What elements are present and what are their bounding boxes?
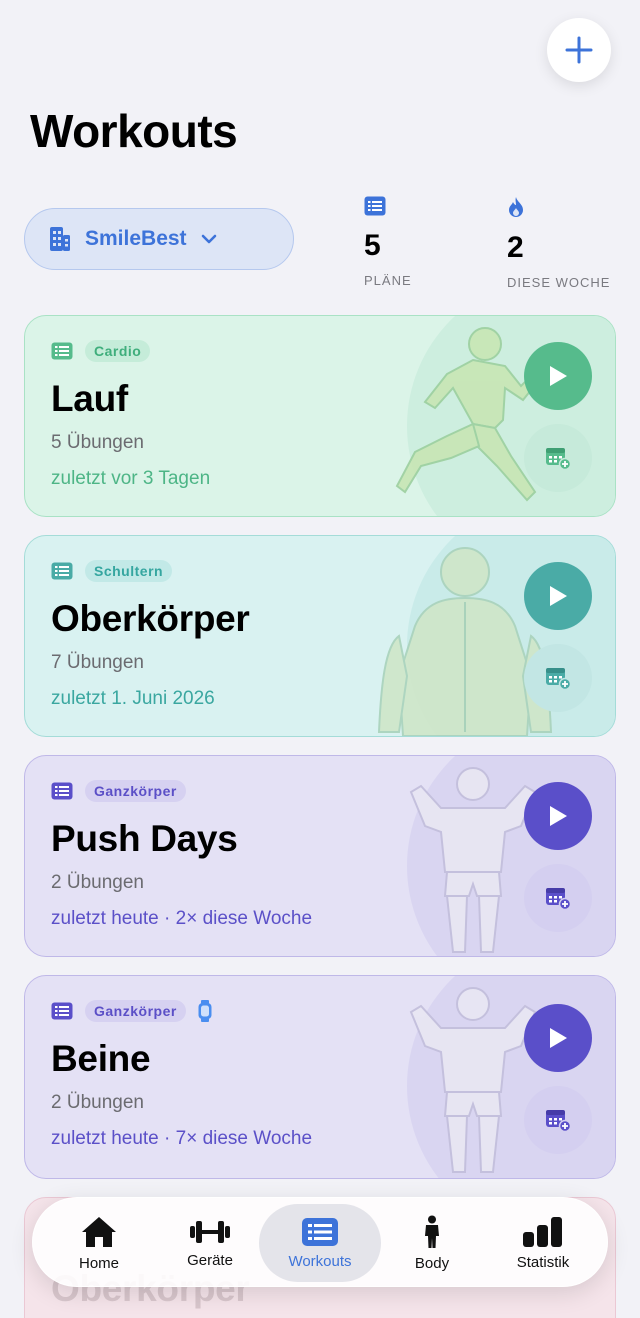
add-workout-button[interactable] [547,18,611,82]
calendar-plus-icon [546,448,571,470]
last-trained: zuletzt 1. Juni 2026 [51,688,215,709]
plans-label: PLÄNE [364,273,412,288]
stat-this-week: 2 DIESE WOCHE [507,196,610,290]
list-icon [302,1217,338,1246]
exercise-count: 2 Übungen [51,1092,144,1113]
bar-chart-icon [523,1216,562,1247]
exercise-count: 5 Übungen [51,432,144,453]
week-label: DIESE WOCHE [507,275,611,290]
list-icon [51,562,73,580]
list-icon [51,1002,73,1020]
category-tag: Ganzkörper [85,1000,186,1022]
last-trained: zuletzt heute · 7× diese Woche [51,1128,313,1149]
workout-title: Lauf [51,378,128,419]
flame-icon [509,197,523,217]
play-icon [550,366,567,386]
schedule-button[interactable] [524,644,592,712]
person-icon [425,1215,439,1248]
tab-label: Workouts [288,1252,352,1270]
workout-title: Beine [51,1038,151,1079]
stat-plans: 5 PLÄNE [364,196,412,288]
last-trained: zuletzt vor 3 Tagen [51,468,211,489]
list-icon [51,342,73,360]
dumbbell-icon [190,1220,230,1243]
home-icon [82,1216,116,1247]
gym-selector[interactable]: SmileBest [24,208,294,270]
workout-card-lauf[interactable]: Cardio Lauf 5 Übungen zuletzt vor 3 Tage… [24,315,616,517]
start-workout-button[interactable] [524,782,592,850]
tab-label: Geräte [187,1251,233,1269]
tab-statistik[interactable]: Statistik [484,1204,602,1282]
bodybuilder-illustration [409,767,537,953]
workout-card-push-days[interactable]: Ganzkörper Push Days 2 Übungen zuletzt h… [24,755,616,957]
back-muscles-illustration [377,547,553,736]
start-workout-button[interactable] [524,1004,592,1072]
last-trained: zuletzt heute · 2× diese Woche [51,908,313,929]
chevron-down-icon [201,234,216,244]
tab-label: Body [414,1254,450,1272]
gym-name: SmileBest [85,227,187,250]
calendar-plus-icon [546,888,571,910]
workout-title: Push Days [51,818,238,859]
tab-home[interactable]: Home [40,1204,158,1282]
start-workout-button[interactable] [524,562,592,630]
list-icon [51,782,73,800]
workout-card-beine[interactable]: Ganzkörper Beine 2 Übungen zuletzt heute… [24,975,616,1179]
tab-geraete[interactable]: Geräte [151,1204,269,1282]
tab-body[interactable]: Body [373,1204,491,1282]
workout-title: Oberkörper [51,598,250,639]
tab-label: Home [78,1254,119,1272]
play-icon [550,586,567,606]
tab-label: Statistik [516,1253,570,1271]
play-icon [550,1028,567,1048]
schedule-button[interactable] [524,864,592,932]
category-tag: Cardio [85,340,151,362]
category-tag: Schultern [85,560,173,582]
watch-icon [198,1000,212,1022]
start-workout-button[interactable] [524,342,592,410]
category-tag: Ganzkörper [85,780,186,802]
runner-illustration [395,327,541,502]
list-icon [364,196,386,216]
week-count: 2 [507,231,524,264]
tab-bar: Home Geräte Workouts Body Statistik [32,1197,608,1287]
exercise-count: 7 Übungen [51,652,144,673]
play-icon [550,806,567,826]
schedule-button[interactable] [524,424,592,492]
calendar-plus-icon [546,668,571,690]
tab-workouts[interactable]: Workouts [259,1204,381,1282]
page-title: Workouts [30,105,238,157]
bodybuilder-illustration [409,987,537,1173]
building-icon [50,227,70,251]
plans-count: 5 [364,229,381,262]
exercise-count: 2 Übungen [51,872,144,893]
schedule-button[interactable] [524,1086,592,1154]
calendar-plus-icon [546,1110,571,1132]
plus-icon [565,36,593,64]
workout-card-oberkoerper[interactable]: Schultern Oberkörper 7 Übungen zuletzt 1… [24,535,616,737]
